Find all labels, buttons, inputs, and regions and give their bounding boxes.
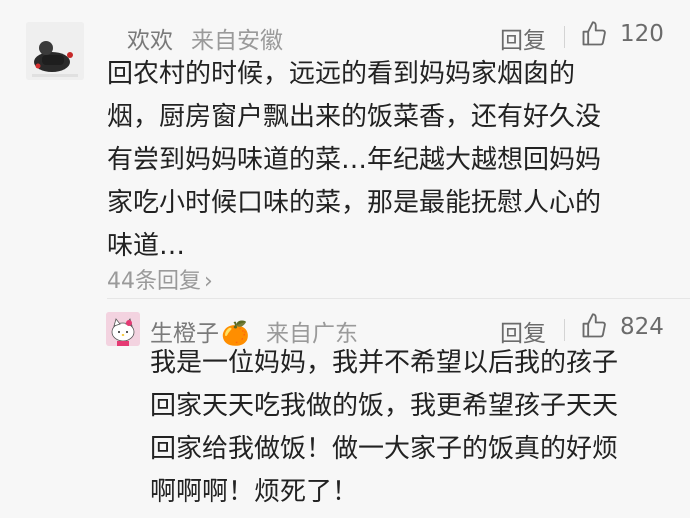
user-avatar-image	[26, 22, 84, 80]
comment-divider	[107, 298, 690, 299]
comment-text: 回农村的时候，远远的看到妈妈家烟囱的 烟，厨房窗户飘出来的饭菜香，还有好久没 有…	[107, 53, 601, 268]
avatar[interactable]	[26, 22, 84, 80]
comment-text-line: 有尝到妈妈味道的菜…年纪越大越想回妈妈	[107, 145, 602, 175]
like-count: 120	[620, 21, 664, 47]
comment-text: 我是一位妈妈，我并不希望以后我的孩子 回家天天吃我做的饭，我更希望孩子天天 回家…	[150, 342, 618, 514]
reply-button[interactable]: 回复	[500, 21, 546, 55]
author-location: 来自安徽	[191, 28, 283, 54]
like-button[interactable]	[580, 20, 610, 50]
hello-kitty-avatar-image	[106, 312, 140, 346]
chevron-right-icon: ›	[204, 269, 213, 294]
like-count: 824	[620, 314, 664, 340]
more-replies-link[interactable]: 44条回复 ›	[107, 263, 213, 295]
thumbs-up-icon	[582, 21, 606, 46]
comment-text-line: 家吃小时候口味的菜，那是最能抚慰人心的	[107, 188, 602, 218]
comment-text-line: 回农村的时候，远远的看到妈妈家烟囱的	[107, 59, 576, 89]
comment-text-line: 回家天天吃我做的饭，我更希望孩子天天	[150, 391, 619, 421]
divider	[564, 26, 565, 48]
comment-text-line: 味道…	[107, 231, 186, 261]
comment-text-line: 烟，厨房窗户飘出来的饭菜香，还有好久没	[107, 102, 602, 132]
author-name[interactable]: 欢欢	[127, 21, 173, 55]
like-button[interactable]	[580, 312, 610, 342]
comment-text-line: 回家给我做饭！做一大家子的饭真的好烦	[150, 434, 619, 464]
avatar[interactable]	[106, 312, 140, 346]
more-replies-label: 44条回复	[107, 269, 201, 294]
comment-text-line: 我是一位妈妈，我并不希望以后我的孩子	[150, 348, 619, 378]
comment-text-line: 啊啊啊！烦死了！	[150, 477, 359, 507]
divider	[564, 319, 565, 341]
comment-1: 欢欢 来自安徽 回复 120 回农村的时候，远远的看到妈妈家烟囱的 烟，厨房窗户…	[0, 0, 690, 300]
thumbs-up-icon	[582, 313, 606, 338]
comment-2: 生橙子🍊 来自广东 回复 824 我是一位妈妈，我并不希望以后我的孩子 回家天天…	[0, 300, 690, 518]
